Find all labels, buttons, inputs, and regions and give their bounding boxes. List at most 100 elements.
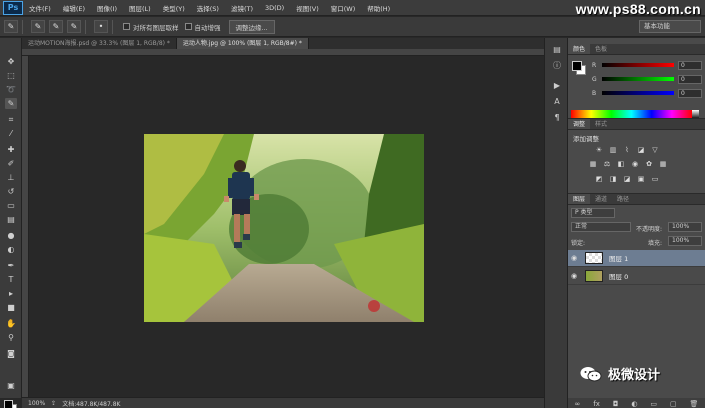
hand-tool-icon[interactable]: ✋ <box>5 318 17 329</box>
red-slider[interactable]: R 0 <box>592 60 702 70</box>
green-value[interactable]: 0 <box>678 74 702 84</box>
zoom-level[interactable]: 100% <box>28 400 45 407</box>
layer-row[interactable]: ◉ 图层 0 <box>568 268 705 285</box>
color-lookup-icon[interactable]: ▦ <box>658 160 668 169</box>
brightness-icon[interactable]: ☀ <box>594 146 604 155</box>
paragraph-panel-icon[interactable]: ¶ <box>551 112 563 123</box>
add-to-selection-icon[interactable]: ✎ <box>49 20 63 33</box>
runner-photo[interactable] <box>144 134 424 322</box>
menu-view[interactable]: 视图(V) <box>290 3 325 13</box>
auto-enhance-checkbox[interactable]: 自动增强 <box>184 22 221 32</box>
threshold-icon[interactable]: ◪ <box>622 175 632 184</box>
selective-color-icon[interactable]: ▣ <box>636 175 646 184</box>
eraser-tool-icon[interactable]: ▭ <box>5 200 17 211</box>
share-icon[interactable]: ⇪ <box>51 400 56 407</box>
actions-panel-icon[interactable]: ▶ <box>551 80 563 91</box>
channel-mixer-icon[interactable]: ✿ <box>644 160 654 169</box>
brush-size-icon[interactable]: • <box>94 20 108 33</box>
rectangle-tool-icon[interactable]: ■ <box>5 302 17 313</box>
menu-type[interactable]: 类型(Y) <box>157 3 191 13</box>
quick-selection-tool-icon[interactable]: ✎ <box>5 98 17 109</box>
green-slider[interactable]: G 0 <box>592 74 702 84</box>
workspace-select[interactable]: 基本功能 <box>639 20 701 33</box>
new-selection-icon[interactable]: ✎ <box>31 20 45 33</box>
green-track[interactable] <box>602 77 674 81</box>
sample-all-layers-checkbox[interactable]: 对所有图层取样 <box>123 22 179 32</box>
document-size[interactable]: 文档:487.8K/487.8K <box>62 399 120 408</box>
tab-motion-poster[interactable]: 运动MOTION海报.psd @ 33.3% (图层 1, RGB/8) * <box>22 38 177 49</box>
layer-name[interactable]: 图层 0 <box>609 271 628 281</box>
type-tool-icon[interactable]: T <box>5 274 17 285</box>
trash-icon[interactable]: 🗑 <box>690 400 699 408</box>
menu-image[interactable]: 图像(I) <box>91 3 123 13</box>
blend-mode-select[interactable]: 正常 <box>571 222 631 232</box>
blue-slider[interactable]: B 0 <box>592 88 702 98</box>
photo-filter-icon[interactable]: ◉ <box>630 160 640 169</box>
red-track[interactable] <box>602 63 674 67</box>
group-icon[interactable]: ▭ <box>650 400 657 408</box>
posterize-icon[interactable]: ◨ <box>608 175 618 184</box>
brush-tool-icon[interactable]: ✐ <box>5 158 17 169</box>
layer-style-icon[interactable]: fx <box>593 400 600 408</box>
link-layers-icon[interactable]: ∞ <box>574 400 580 408</box>
quick-selection-tool-preset-icon[interactable]: ✎ <box>4 20 18 33</box>
tab-channels[interactable]: 通道 <box>590 194 612 204</box>
foreground-color-chip[interactable] <box>572 61 582 71</box>
zoom-tool-icon[interactable]: ⚲ <box>5 332 17 343</box>
path-selection-tool-icon[interactable]: ▸ <box>5 288 17 299</box>
healing-brush-tool-icon[interactable]: ✚ <box>5 144 17 155</box>
levels-icon[interactable]: ▥ <box>608 146 618 155</box>
tab-paths[interactable]: 路径 <box>612 194 634 204</box>
subtract-from-selection-icon[interactable]: ✎ <box>67 20 81 33</box>
exposure-icon[interactable]: ◪ <box>636 146 646 155</box>
black-white-icon[interactable]: ◧ <box>616 160 626 169</box>
new-layer-icon[interactable]: ▢ <box>670 400 677 408</box>
blue-track[interactable] <box>602 91 674 95</box>
tab-adjustments[interactable]: 调整 <box>568 119 591 129</box>
visibility-eye-icon[interactable]: ◉ <box>568 272 580 280</box>
tab-layers[interactable]: 图层 <box>568 194 591 204</box>
menu-3d[interactable]: 3D(D) <box>259 4 290 12</box>
menu-help[interactable]: 帮助(H) <box>361 3 396 13</box>
menu-select[interactable]: 选择(S) <box>191 3 225 13</box>
character-panel-icon[interactable]: A <box>551 96 563 107</box>
dodge-tool-icon[interactable]: ◐ <box>5 244 17 255</box>
menu-file[interactable]: 文件(F) <box>23 3 57 13</box>
quick-mask-icon[interactable]: ◙ <box>5 348 17 359</box>
hue-saturation-icon[interactable]: ▦ <box>588 160 598 169</box>
gradient-map-icon[interactable]: ▭ <box>650 175 660 184</box>
foreground-color-swatch[interactable] <box>4 400 13 408</box>
adjustment-layer-icon[interactable]: ◐ <box>631 400 637 408</box>
layer-row[interactable]: ◉ 图层 1 <box>568 250 705 267</box>
move-tool-icon[interactable]: ✥ <box>5 56 17 67</box>
crop-tool-icon[interactable]: ⌗ <box>5 114 17 125</box>
red-value[interactable]: 0 <box>678 60 702 70</box>
fill-input[interactable]: 100% <box>668 236 702 246</box>
tab-swatches[interactable]: 色板 <box>590 44 612 54</box>
tab-styles[interactable]: 样式 <box>590 119 612 129</box>
menu-window[interactable]: 窗口(W) <box>325 3 362 13</box>
blue-value[interactable]: 0 <box>678 88 702 98</box>
color-balance-icon[interactable]: ⚖ <box>602 160 612 169</box>
menu-layer[interactable]: 图层(L) <box>123 3 157 13</box>
canvas-area[interactable] <box>29 56 544 397</box>
tab-color[interactable]: 颜色 <box>568 44 591 54</box>
visibility-eye-icon[interactable]: ◉ <box>568 254 580 262</box>
layer-kind-filter[interactable]: P 类型 <box>571 208 615 218</box>
eyedropper-tool-icon[interactable]: ⁄ <box>5 128 17 139</box>
add-mask-icon[interactable]: ◘ <box>613 400 619 408</box>
menu-filter[interactable]: 滤镜(T) <box>225 3 259 13</box>
history-panel-icon[interactable]: ▤ <box>551 44 563 55</box>
blur-tool-icon[interactable]: ● <box>5 230 17 241</box>
refine-edge-button[interactable]: 调整边缘... <box>228 19 275 34</box>
invert-icon[interactable]: ◩ <box>594 175 604 184</box>
gradient-tool-icon[interactable]: ▤ <box>5 214 17 225</box>
clone-stamp-tool-icon[interactable]: ⊥ <box>5 172 17 183</box>
marquee-tool-icon[interactable]: ⬚ <box>5 70 17 81</box>
vibrance-icon[interactable]: ▽ <box>650 146 660 155</box>
opacity-input[interactable]: 100% <box>668 222 702 232</box>
curves-icon[interactable]: ⌇ <box>622 146 632 155</box>
menu-edit[interactable]: 编辑(E) <box>57 3 91 13</box>
layer-name[interactable]: 图层 1 <box>609 253 628 263</box>
pen-tool-icon[interactable]: ✒ <box>5 260 17 271</box>
